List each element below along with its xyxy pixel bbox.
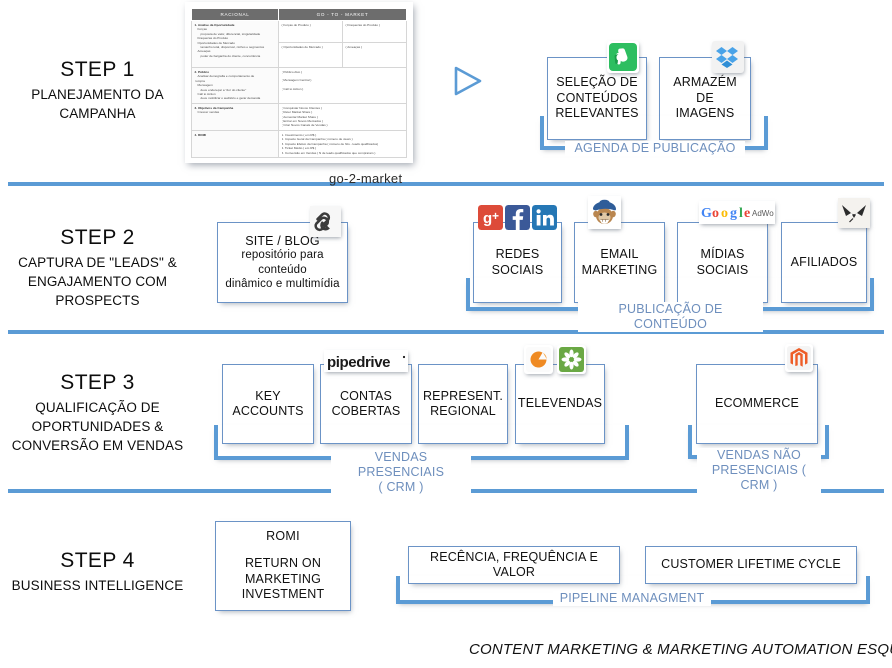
box-romi[interactable]: ROMI RETURN ON MARKETING INVESTMENT — [215, 521, 351, 611]
svg-text:o: o — [712, 206, 719, 221]
box-site-blog-desc: repositório para conteúdo dinâmico e mul… — [225, 249, 340, 290]
go-2-market-document-thumbnail[interactable]: RACIONAL GO - TO - MARKET 1. Analise da … — [185, 2, 413, 163]
document-caption: go-2-market — [329, 171, 403, 186]
cell-market-publico: ( Público Alvo ) ( Mensagem Central ) ( … — [278, 67, 407, 104]
svg-text:l: l — [739, 206, 743, 221]
bracket-label-vendas-nao-presenciais: VENDAS NÃO PRESENCIAIS ( CRM ) — [697, 448, 821, 493]
google-plus-icon: g + — [478, 205, 503, 230]
cell-market-forcas: ( Forças do Produto ) — [278, 20, 343, 43]
step-label-4: STEP 4 BUSINESS INTELLIGENCE — [0, 548, 195, 595]
cell-rational-2: 2. Público Analisar demografia e comport… — [191, 67, 279, 104]
box-romi-body: RETURN ON MARKETING INVESTMENT — [241, 556, 325, 602]
cell-rational-4: 4. ROMI — [191, 129, 279, 158]
svg-text:pipedrive: pipedrive — [327, 354, 390, 371]
call-center-icon — [524, 345, 553, 374]
step-subtitle-4: BUSINESS INTELLIGENCE — [11, 578, 184, 593]
magento-icon — [785, 344, 813, 372]
section-divider-1 — [8, 182, 884, 186]
step-subtitle-2: CAPTURA DE "LEADS" & ENGAJAMENTO COM PRO… — [18, 255, 177, 308]
table-row: 1. Analise da Oportunidade Forças propos… — [191, 20, 407, 68]
step-title-1: STEP 1 — [60, 58, 135, 81]
table-header-gotomarket: GO - TO - MARKET — [278, 8, 407, 21]
svg-text:AdWords: AdWords — [752, 209, 774, 218]
bracket-label-publicacao-conteudo: PUBLICAÇÃO DE CONTEÚDO — [578, 302, 763, 332]
content-marketing-diagram: STEP 1 PLANEJAMENTO DA CAMPANHA RACIONAL… — [0, 0, 892, 668]
cell-market-objetivos: ( Conquistar Novos Clientes ) ( Reter Ma… — [278, 102, 407, 131]
step-label-3: STEP 3 QUALIFICAÇÃO DE OPORTUNIDADES & C… — [0, 370, 195, 455]
mailchimp-icon — [588, 196, 621, 229]
step-title-2: STEP 2 — [60, 226, 135, 249]
table-header-row: RACIONAL GO - TO - MARKET — [191, 8, 407, 21]
affiliate-network-icon — [838, 198, 870, 228]
svg-text:g: g — [730, 206, 737, 221]
cell-rational-1: 1. Analise da Oportunidade Forças propos… — [191, 20, 279, 68]
box-site-blog-content: SITE / BLOG repositório para conteúdo di… — [218, 234, 347, 292]
table-header-rational: RACIONAL — [191, 8, 279, 21]
linkedin-icon — [532, 205, 557, 230]
step-subtitle-1: PLANEJAMENTO DA CAMPANHA — [31, 87, 164, 121]
cell-rational-3: 3. Objetivos da Campanha Crescer vendas — [191, 102, 279, 131]
play-arrow-icon — [450, 64, 484, 103]
box-romi-title: ROMI — [266, 529, 300, 544]
svg-text:g: g — [483, 210, 492, 227]
cell-market-oportunidades: ( Oportunidades de Mercado ) — [278, 42, 343, 68]
facebook-icon — [505, 205, 530, 230]
svg-text:o: o — [721, 206, 728, 221]
bracket-label-vendas-presenciais: VENDAS PRESENCIAIS ( CRM ) — [331, 450, 471, 495]
table-row: 4. ROMI 1. Investimento ( em R$ ) 2. Imp… — [191, 129, 407, 158]
bracket-label-agenda-publicacao: AGENDA DE PUBLICAÇÃO — [565, 141, 745, 156]
svg-text:G: G — [701, 206, 712, 221]
footer-note: CONTENT MARKETING & MARKETING AUTOMATION… — [469, 641, 892, 658]
go-2-market-table: RACIONAL GO - TO - MARKET 1. Analise da … — [191, 8, 407, 158]
cell-market-romi: 1. Investimento ( em R$ ) 2. Impacto Ger… — [278, 129, 407, 158]
evernote-icon — [607, 41, 639, 73]
svg-text:e: e — [744, 206, 750, 221]
step-title-4: STEP 4 — [60, 549, 135, 572]
step-title-3: STEP 3 — [60, 371, 135, 394]
table-row: 3. Objetivos da Campanha Crescer vendas … — [191, 102, 407, 131]
step-label-1: STEP 1 PLANEJAMENTO DA CAMPANHA — [0, 57, 195, 123]
dropbox-icon — [712, 41, 744, 73]
cell-market-fraquezas: ( Fraquezas do Produto ) — [342, 20, 407, 43]
google-adwords-icon: G o o g l e AdWords — [699, 201, 775, 224]
squarespace-icon — [310, 206, 341, 237]
svg-text:+: + — [492, 209, 499, 223]
step-subtitle-3: QUALIFICAÇÃO DE OPORTUNIDADES & CONVERSÃ… — [11, 400, 184, 453]
step-label-2: STEP 2 CAPTURA DE "LEADS" & ENGAJAMENTO … — [0, 225, 195, 310]
cell-market-ameacas: ( Ameaças ) — [342, 42, 407, 68]
pipedrive-icon: pipedrive — [324, 350, 408, 372]
box-romi-content: ROMI RETURN ON MARKETING INVESTMENT — [216, 529, 350, 603]
contact-center-icon — [557, 345, 586, 374]
bracket-label-pipeline-managment: PIPELINE MANAGMENT — [553, 591, 711, 606]
table-row: 2. Público Analisar demografia e comport… — [191, 67, 407, 104]
